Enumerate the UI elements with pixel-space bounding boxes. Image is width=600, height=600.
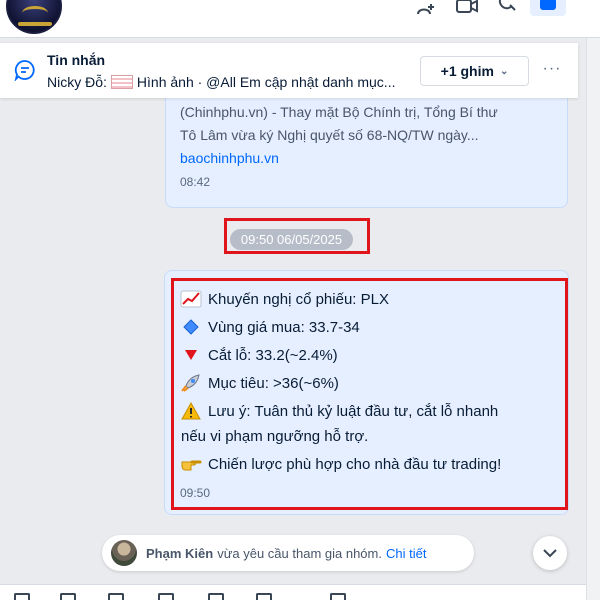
attachment-icon[interactable] (108, 593, 124, 600)
sticker-icon[interactable] (14, 593, 30, 600)
pinned-sender: Nicky Đỗ: (47, 74, 107, 90)
avatar[interactable] (111, 540, 137, 566)
chart-increasing-icon (180, 290, 202, 308)
crest-icon (22, 6, 48, 20)
red-triangle-down-icon (180, 346, 202, 364)
message-text: nếu vi phạm ngưỡng hỗ trợ. (181, 428, 369, 445)
scrollbar[interactable] (586, 38, 600, 600)
chat-bubble-icon (14, 59, 36, 86)
date-separator: 09:50 06/05/2025 (230, 229, 353, 250)
message-text: Lưu ý: Tuân thủ kỷ luật đầu tư, cắt lỗ n… (208, 402, 499, 420)
message-line: Lưu ý: Tuân thủ kỷ luật đầu tư, cắt lỗ n… (180, 402, 498, 420)
pinned-messages-bar[interactable]: Tin nhắn Nicky Đỗ: Hình ảnh · @All Em cậ… (0, 43, 578, 98)
message-text: Cắt lỗ: 33.2(~2.4%) (208, 346, 338, 364)
more-options-icon[interactable]: ··· (540, 60, 564, 80)
message-line: Cắt lỗ: 33.2(~2.4%) (180, 346, 338, 364)
search-icon[interactable] (498, 0, 522, 14)
image-thumbnail-icon (110, 75, 133, 89)
message-text: Vùng giá mua: 33.7-34 (208, 318, 360, 336)
scroll-to-bottom-button[interactable] (533, 536, 567, 570)
pinned-preview: Nicky Đỗ: Hình ảnh · @All Em cập nhật da… (47, 74, 395, 90)
message-bubble-previous[interactable]: (Chinhphu.vn) - Thay mặt Bộ Chính trị, T… (165, 86, 568, 208)
chevron-down-icon (543, 549, 557, 558)
rocket-icon (180, 374, 202, 392)
message-text: Tô Lâm vừa ký Nghị quyết số 68-NQ/TW ngà… (180, 127, 479, 143)
conversation-info-icon[interactable] (530, 0, 566, 16)
pinned-title: Tin nhắn (47, 52, 106, 68)
group-avatar[interactable] (6, 0, 62, 34)
message-text: Chiến lược phù hợp cho nhà đầu tư tradin… (208, 455, 502, 473)
more-tools-icon[interactable] (330, 593, 346, 600)
add-member-icon[interactable] (414, 0, 438, 14)
message-line: Khuyến nghị cổ phiếu: PLX (180, 290, 389, 308)
view-details-link[interactable]: Chi tiết (386, 546, 426, 561)
image-icon[interactable] (60, 593, 76, 600)
message-line: Vùng giá mua: 33.7-34 (180, 318, 360, 336)
message-time: 08:42 (180, 175, 211, 189)
requester-name: Phạm Kiên (146, 545, 214, 561)
chat-header (0, 0, 600, 38)
pinned-count-label: +1 ghim (440, 63, 494, 79)
message-time: 09:50 (180, 486, 211, 500)
message-line: Chiến lược phù hợp cho nhà đầu tư tradin… (180, 455, 501, 473)
pinned-preview-text: Hình ảnh · @All Em cập nhật danh mục... (136, 74, 396, 90)
message-highlight (171, 278, 568, 510)
message-line: Mục tiêu: >36(~6%) (180, 374, 339, 392)
join-request-notice: Phạm Kiên vừa yêu cầu tham gia nhóm. Chi… (102, 535, 474, 571)
screenshot-icon[interactable] (158, 593, 174, 600)
warning-icon (180, 402, 202, 420)
composer-toolbar (0, 584, 586, 600)
message-text: Khuyến nghị cổ phiếu: PLX (208, 290, 389, 308)
format-icon[interactable] (256, 593, 272, 600)
notice-text: vừa yêu cầu tham gia nhóm. (217, 545, 382, 561)
crest-banner (18, 22, 52, 26)
message-link[interactable]: baochinhphu.vn (180, 150, 279, 166)
video-call-icon[interactable] (455, 0, 479, 14)
business-card-icon[interactable] (208, 593, 224, 600)
pointing-right-icon (180, 455, 202, 473)
pinned-count-button[interactable]: +1 ghim ⌄ (420, 56, 529, 86)
chevron-down-icon: ⌄ (499, 65, 509, 77)
message-text: (Chinhphu.vn) - Thay mặt Bộ Chính trị, T… (180, 104, 498, 120)
blue-diamond-icon (180, 318, 202, 336)
message-text: Mục tiêu: >36(~6%) (208, 374, 339, 392)
message-line: nếu vi phạm ngưỡng hỗ trợ. (181, 428, 368, 445)
